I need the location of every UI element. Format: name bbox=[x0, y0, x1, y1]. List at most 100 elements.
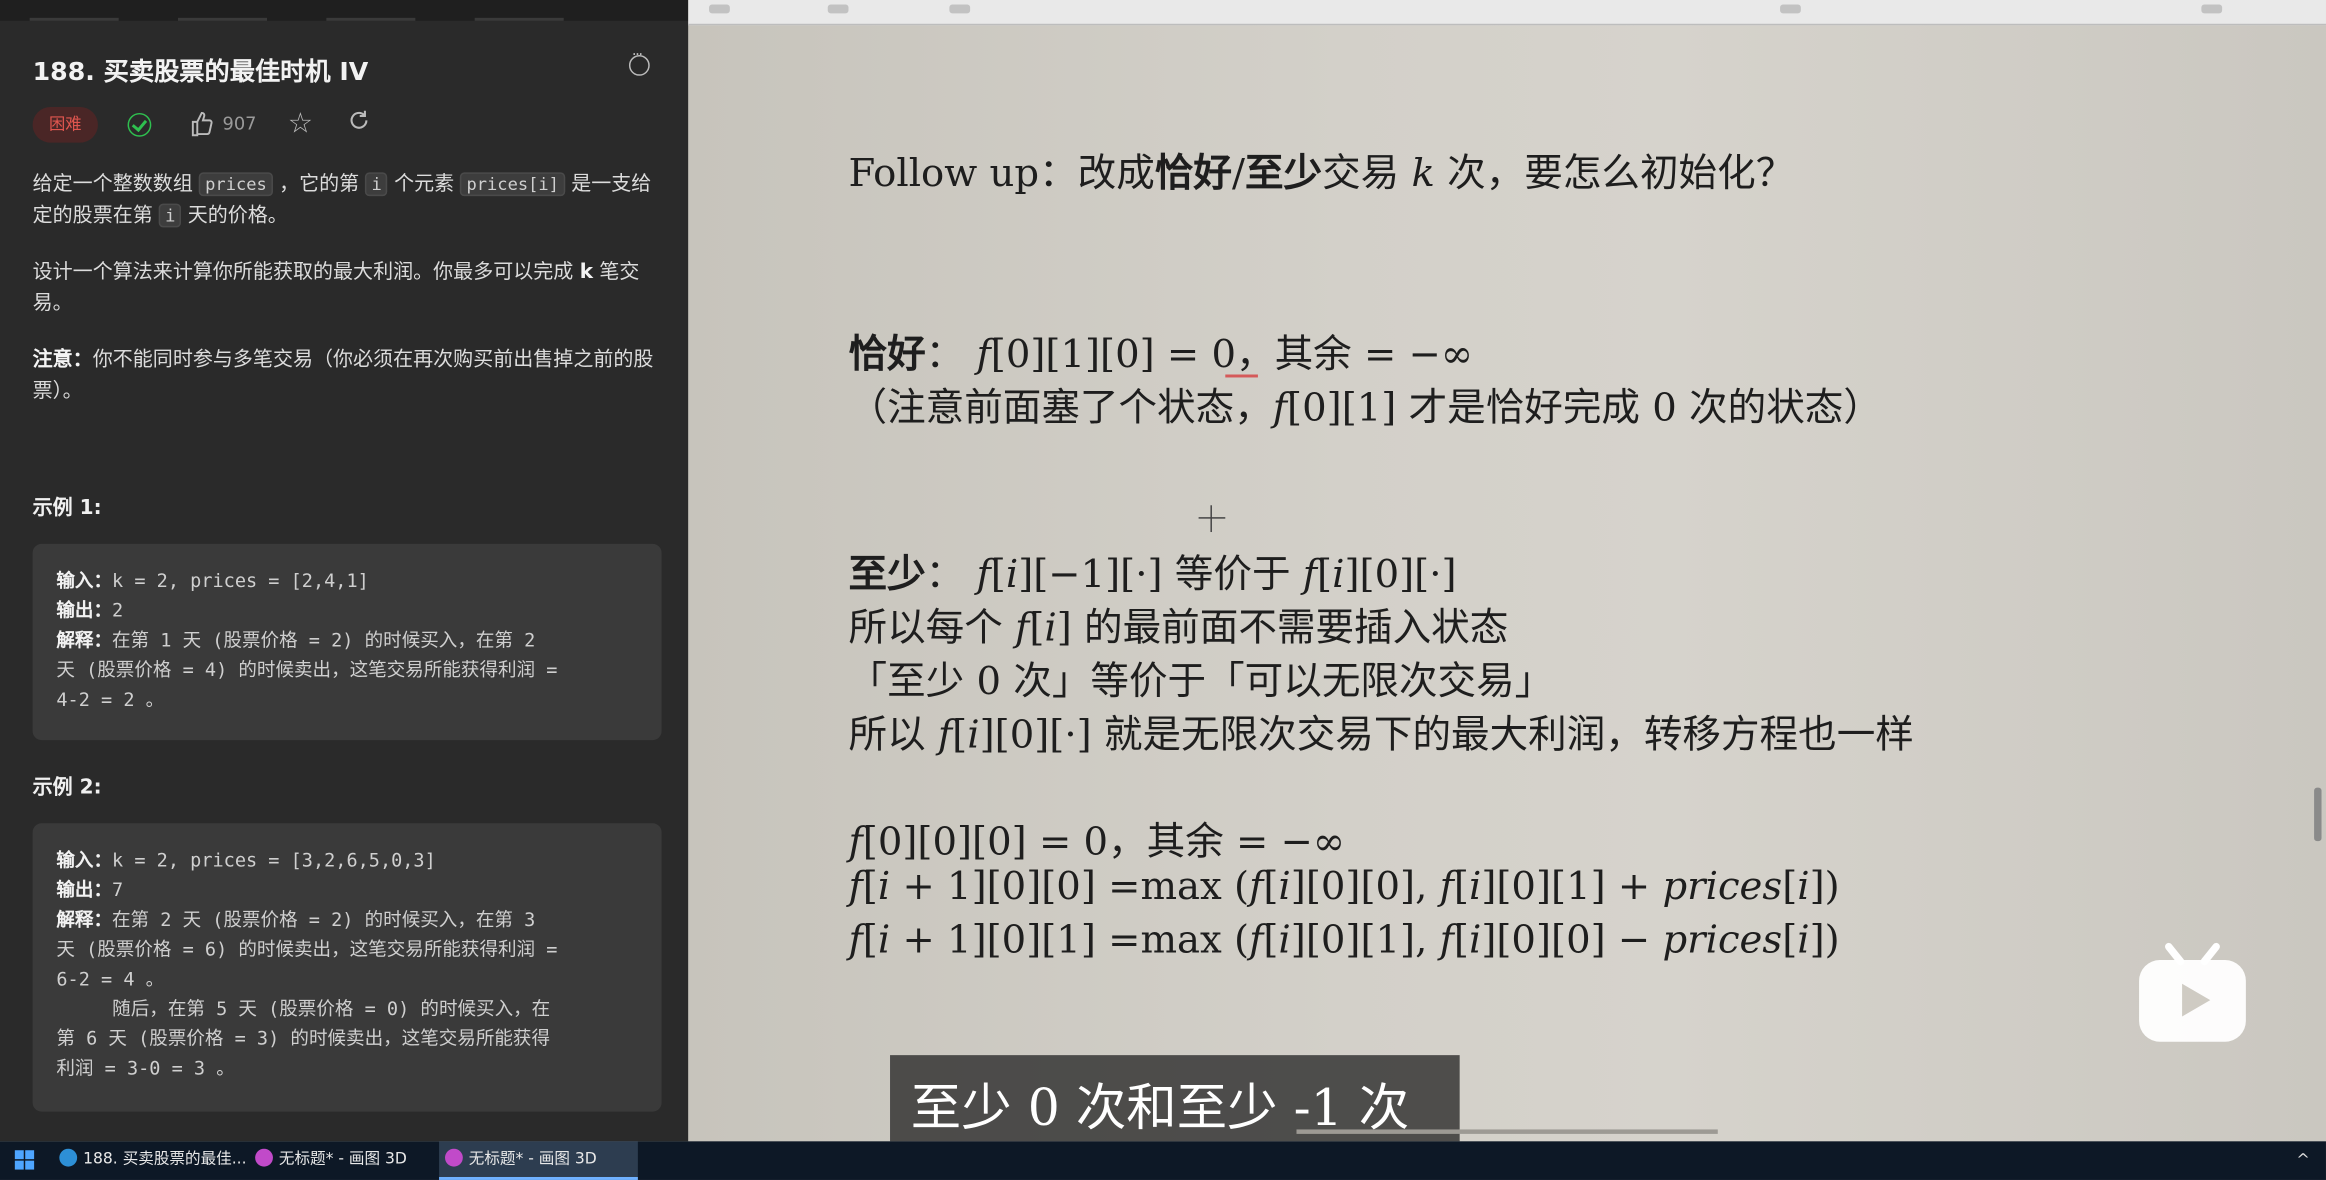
math-symbol: f bbox=[976, 552, 991, 598]
windows-start-icon[interactable] bbox=[14, 1150, 36, 1171]
video-subtitle: 至少 0 次和至少 -1 次 bbox=[890, 1055, 1460, 1142]
star-icon[interactable]: ☆ bbox=[288, 107, 313, 140]
math-symbol: i bbox=[1044, 606, 1057, 651]
app-toolbar bbox=[688, 0, 2326, 26]
slide-least-line-4: 所以 f[i][0][·] 就是无限次交易下的最大利润，转移方程也一样 bbox=[849, 704, 1914, 759]
toolbar-button[interactable] bbox=[1780, 4, 1801, 14]
text-run: [ bbox=[862, 918, 878, 963]
toolbar-button[interactable] bbox=[949, 4, 971, 14]
tab-description[interactable] bbox=[29, 0, 119, 21]
crosshair-cursor-icon bbox=[1198, 505, 1226, 533]
text-run: （注意前面塞了个状态， bbox=[848, 386, 1273, 431]
slide-least-line-2: 所以每个 f[i] 的最前面不需要插入状态 bbox=[849, 597, 1509, 652]
video-progress-bar[interactable] bbox=[1296, 1129, 1718, 1134]
example-1-line: 解释：在第 1 天 (股票价格 = 2) 的时候买入，在第 2 bbox=[56, 626, 535, 656]
math-symbol: i bbox=[967, 713, 980, 758]
text-run: [0][0][0] = 0，其余 = −∞ bbox=[862, 820, 1346, 865]
example-1-box: 输入：k = 2, prices = [2,4,1] 输出：2 解释：在第 1 … bbox=[32, 543, 662, 741]
keyword-text: 至少 bbox=[848, 552, 926, 598]
keyword-text: 恰好 bbox=[848, 332, 926, 378]
math-symbol: f bbox=[937, 713, 953, 758]
screen: 188. 买卖股票的最佳时机 IV 困难 907 ☆ 给定一个整数数组 pric… bbox=[0, 0, 2326, 1180]
math-symbol: i bbox=[1332, 552, 1345, 598]
text-run: 6-2 = 4 。 bbox=[56, 967, 165, 990]
text-run: + 1][0][1] =max ( bbox=[890, 918, 1250, 963]
text-run: ][0][0], bbox=[1290, 864, 1440, 910]
top-tab-strip bbox=[0, 0, 689, 21]
example-1-line: 天 (股票价格 = 4) 的时候卖出，这笔交易所能获得利润 = bbox=[56, 655, 557, 685]
scrollbar-thumb[interactable] bbox=[2314, 787, 2322, 842]
paint3d-icon bbox=[445, 1148, 463, 1167]
example-2-box: 输入：k = 2, prices = [3,2,6,5,0,3] 输出：7 解释… bbox=[32, 823, 662, 1112]
text-run: [ bbox=[1782, 918, 1798, 963]
toolbar-button[interactable] bbox=[827, 4, 849, 14]
text-run: [ bbox=[1317, 552, 1333, 598]
text-run: [ bbox=[1453, 864, 1469, 910]
text-run: 4-2 = 2 。 bbox=[56, 688, 165, 711]
text-run: [ bbox=[990, 552, 1006, 598]
slide-least-line-1: 至少： f[i][−1][·] 等价于 f[i][0][·] bbox=[849, 544, 1457, 599]
bilibili-tv-icon[interactable] bbox=[2136, 941, 2249, 1045]
math-symbol: i bbox=[1468, 864, 1482, 910]
text-run: k = 2, prices = [2,4,1] bbox=[112, 569, 369, 592]
math-symbol: i bbox=[1278, 864, 1291, 910]
keyword-text: 至少 bbox=[1244, 151, 1323, 197]
paint3d-icon bbox=[255, 1148, 273, 1167]
example-1-line: 4-2 = 2 。 bbox=[56, 685, 164, 715]
math-symbol: prices bbox=[1662, 864, 1783, 910]
math-symbol: i bbox=[1797, 918, 1810, 963]
tab-submissions[interactable] bbox=[326, 0, 416, 21]
text-run: ][0][1] + bbox=[1481, 864, 1663, 910]
math-symbol: i bbox=[877, 918, 891, 963]
example-2-line: 第 6 天 (股票价格 = 3) 的时候卖出，这笔交易所能获得 bbox=[56, 1024, 550, 1054]
tab-notes[interactable] bbox=[474, 0, 564, 21]
text-run: 在第 1 天 (股票价格 = 2) 的时候买入，在第 2 bbox=[112, 628, 536, 651]
text-run: 2 bbox=[112, 598, 124, 622]
more-options-icon[interactable] bbox=[628, 48, 650, 76]
text-run: ][0][1], bbox=[1290, 918, 1440, 963]
toolbar-button[interactable] bbox=[709, 4, 730, 14]
text-run: 所以 bbox=[848, 713, 938, 758]
example-2-line: 输出：7 bbox=[56, 875, 123, 905]
math-symbol: f bbox=[1249, 864, 1264, 910]
text-run: 利润 = 3-0 = 3 。 bbox=[56, 1056, 235, 1079]
description-paragraph-1: 给定一个整数数组 prices ，它的第 i 个元素 prices[i] 是一支… bbox=[33, 169, 656, 231]
example-1-line: 输入：k = 2, prices = [2,4,1] bbox=[56, 566, 368, 596]
inline-code: i bbox=[365, 172, 388, 197]
math-symbol: i bbox=[1468, 918, 1482, 963]
slide-equation-2: f[i + 1][0][0] =max (f[i][0][0], f[i][0]… bbox=[849, 865, 1840, 910]
slide-followup: Follow up：改成恰好/至少交易 k 次，要怎么初始化？ bbox=[849, 143, 1795, 198]
text-run: 设计一个算法来计算你所能获取的最大利润。你最多可以完成 bbox=[32, 260, 580, 284]
math-symbol: f bbox=[1439, 864, 1454, 910]
math-symbol: i bbox=[1797, 864, 1810, 910]
tab-solutions[interactable] bbox=[178, 0, 268, 21]
text-run: ，它的第 bbox=[272, 172, 366, 197]
text-run: [ bbox=[1453, 918, 1469, 963]
refresh-share-icon[interactable] bbox=[347, 108, 371, 132]
math-symbol: f bbox=[1015, 606, 1030, 651]
slide-equation-1: f[0][0][0] = 0，其余 = −∞ bbox=[849, 811, 1346, 866]
math-symbol: f bbox=[1249, 918, 1264, 963]
example-2-line: 利润 = 3-0 = 3 。 bbox=[56, 1054, 234, 1084]
taskbar-item-paint3d-1[interactable]: 无标题* - 画图 3D bbox=[249, 1141, 439, 1180]
taskbar-item-paint3d-2[interactable]: 无标题* - 画图 3D bbox=[439, 1141, 638, 1180]
text-run: 你不能同时参与多笔交易（你必须在再次购买前出售掉之前的股票）。 bbox=[32, 347, 654, 403]
chevron-up-icon[interactable]: ^ bbox=[2296, 1150, 2310, 1169]
bold-text: 输入： bbox=[56, 848, 113, 871]
taskbar-item-browser[interactable]: 188. 买卖股票的最佳... bbox=[53, 1141, 247, 1180]
example-1-heading: 示例 1: bbox=[32, 496, 102, 521]
example-2-line: 6-2 = 4 。 bbox=[56, 964, 164, 994]
toolbar-button[interactable] bbox=[2201, 4, 2223, 14]
math-symbol: i bbox=[1005, 552, 1019, 598]
bold-text: 输出： bbox=[56, 878, 113, 901]
text-run: [0][1][0] = 0，其余 = −∞ bbox=[990, 332, 1474, 378]
bold-text: 解释： bbox=[56, 628, 113, 651]
slide-exact-line-1: 恰好： f[0][1][0] = 0，其余 = −∞ bbox=[849, 324, 1474, 379]
text-run: Follow up：改成 bbox=[848, 151, 1155, 197]
text-run: + 1][0][0] =max ( bbox=[890, 864, 1250, 910]
thumbs-up-icon[interactable] bbox=[190, 111, 214, 137]
text-run: [ bbox=[952, 713, 968, 758]
bold-text: 输入： bbox=[56, 569, 113, 592]
text-run: 天的价格。 bbox=[181, 203, 288, 228]
text-run: 随后，在第 5 天 (股票价格 = 0) 的时候买入，在 bbox=[56, 997, 551, 1020]
